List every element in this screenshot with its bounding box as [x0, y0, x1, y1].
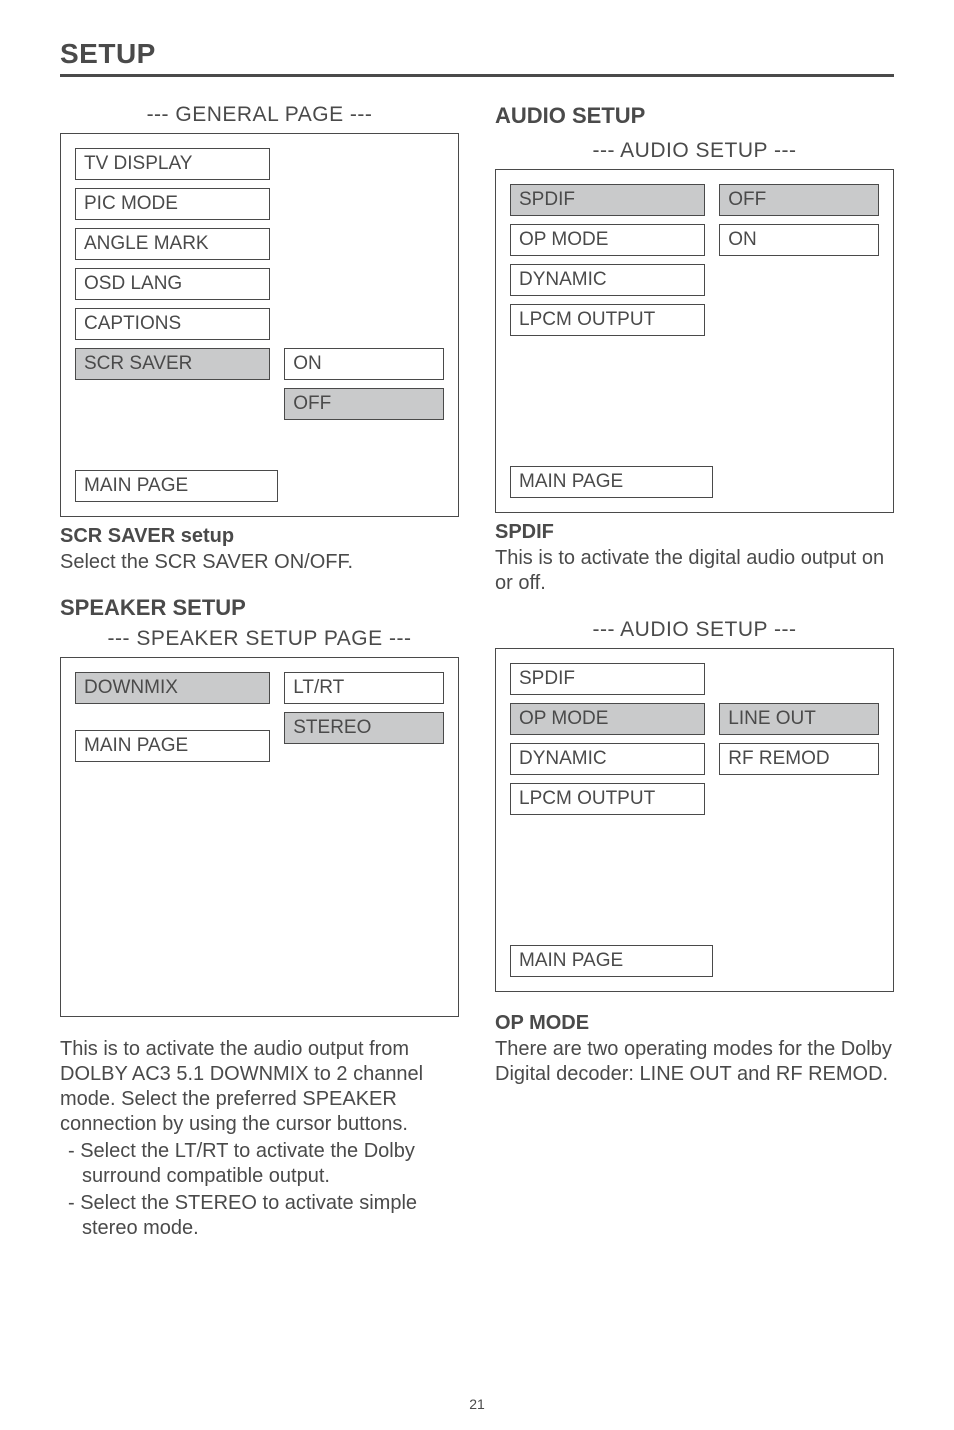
menu-item-main-page-3[interactable]: MAIN PAGE [510, 466, 713, 498]
menu-item-captions[interactable]: CAPTIONS [75, 308, 270, 340]
title-rule [60, 74, 894, 77]
audio-setup-heading: AUDIO SETUP [495, 103, 894, 129]
option-stereo[interactable]: STEREO [284, 712, 444, 744]
menu-item-dynamic-2[interactable]: DYNAMIC [510, 743, 705, 775]
spdif-heading: SPDIF [495, 521, 894, 544]
menu-item-pic-mode[interactable]: PIC MODE [75, 188, 270, 220]
op-mode-text: There are two operating modes for the Do… [495, 1037, 894, 1087]
speaker-page-title: --- SPEAKER SETUP PAGE --- [60, 627, 459, 651]
speaker-bullet-1: - Select the LT/RT to activate the Dolby… [60, 1139, 459, 1189]
menu-item-osd-lang[interactable]: OSD LANG [75, 268, 270, 300]
menu-item-op-mode-2[interactable]: OP MODE [510, 703, 705, 735]
spdif-text: This is to activate the digital audio ou… [495, 546, 894, 596]
audio-setup-title-2: --- AUDIO SETUP --- [495, 618, 894, 642]
menu-item-scr-saver[interactable]: SCR SAVER [75, 348, 270, 380]
menu-item-angle-mark[interactable]: ANGLE MARK [75, 228, 270, 260]
page-number: 21 [0, 1396, 954, 1412]
option-off-2[interactable]: OFF [719, 184, 879, 216]
audio-setup-title-1: --- AUDIO SETUP --- [495, 139, 894, 163]
speaker-para: This is to activate the audio output fro… [60, 1037, 459, 1137]
menu-item-lpcm-output-2[interactable]: LPCM OUTPUT [510, 783, 705, 815]
general-page-title: --- GENERAL PAGE --- [60, 103, 459, 127]
audio-menu-box-1: SPDIF OP MODE DYNAMIC LPCM OUTPUT OFF ON… [495, 169, 894, 513]
menu-item-spdif[interactable]: SPDIF [510, 184, 705, 216]
option-line-out[interactable]: LINE OUT [719, 703, 879, 735]
menu-item-lpcm-output[interactable]: LPCM OUTPUT [510, 304, 705, 336]
menu-item-dynamic[interactable]: DYNAMIC [510, 264, 705, 296]
option-rf-remod[interactable]: RF REMOD [719, 743, 879, 775]
speaker-bullet-2: - Select the STEREO to activate simple s… [60, 1191, 459, 1241]
menu-item-main-page-2[interactable]: MAIN PAGE [75, 730, 270, 762]
scr-saver-text: Select the SCR SAVER ON/OFF. [60, 550, 459, 575]
option-ltrt[interactable]: LT/RT [284, 672, 444, 704]
menu-item-main-page-4[interactable]: MAIN PAGE [510, 945, 713, 977]
menu-item-op-mode[interactable]: OP MODE [510, 224, 705, 256]
content-columns: --- GENERAL PAGE --- TV DISPLAY PIC MODE… [60, 103, 894, 1241]
menu-item-downmix[interactable]: DOWNMIX [75, 672, 270, 704]
menu-item-tv-display[interactable]: TV DISPLAY [75, 148, 270, 180]
menu-item-spdif-2[interactable]: SPDIF [510, 663, 705, 695]
scr-saver-heading: SCR SAVER setup [60, 525, 459, 548]
page-title: SETUP [60, 38, 894, 70]
general-menu-box: TV DISPLAY PIC MODE ANGLE MARK OSD LANG … [60, 133, 459, 517]
option-off[interactable]: OFF [284, 388, 444, 420]
menu-item-main-page[interactable]: MAIN PAGE [75, 470, 278, 502]
audio-menu-box-2: SPDIF OP MODE DYNAMIC LPCM OUTPUT LINE O… [495, 648, 894, 992]
right-column: AUDIO SETUP --- AUDIO SETUP --- SPDIF OP… [495, 103, 894, 1241]
left-column: --- GENERAL PAGE --- TV DISPLAY PIC MODE… [60, 103, 459, 1241]
option-on[interactable]: ON [284, 348, 444, 380]
option-on-2[interactable]: ON [719, 224, 879, 256]
op-mode-heading: OP MODE [495, 1012, 894, 1035]
speaker-setup-heading: SPEAKER SETUP [60, 595, 459, 621]
speaker-menu-box: DOWNMIX MAIN PAGE LT/RT STEREO [60, 657, 459, 1017]
